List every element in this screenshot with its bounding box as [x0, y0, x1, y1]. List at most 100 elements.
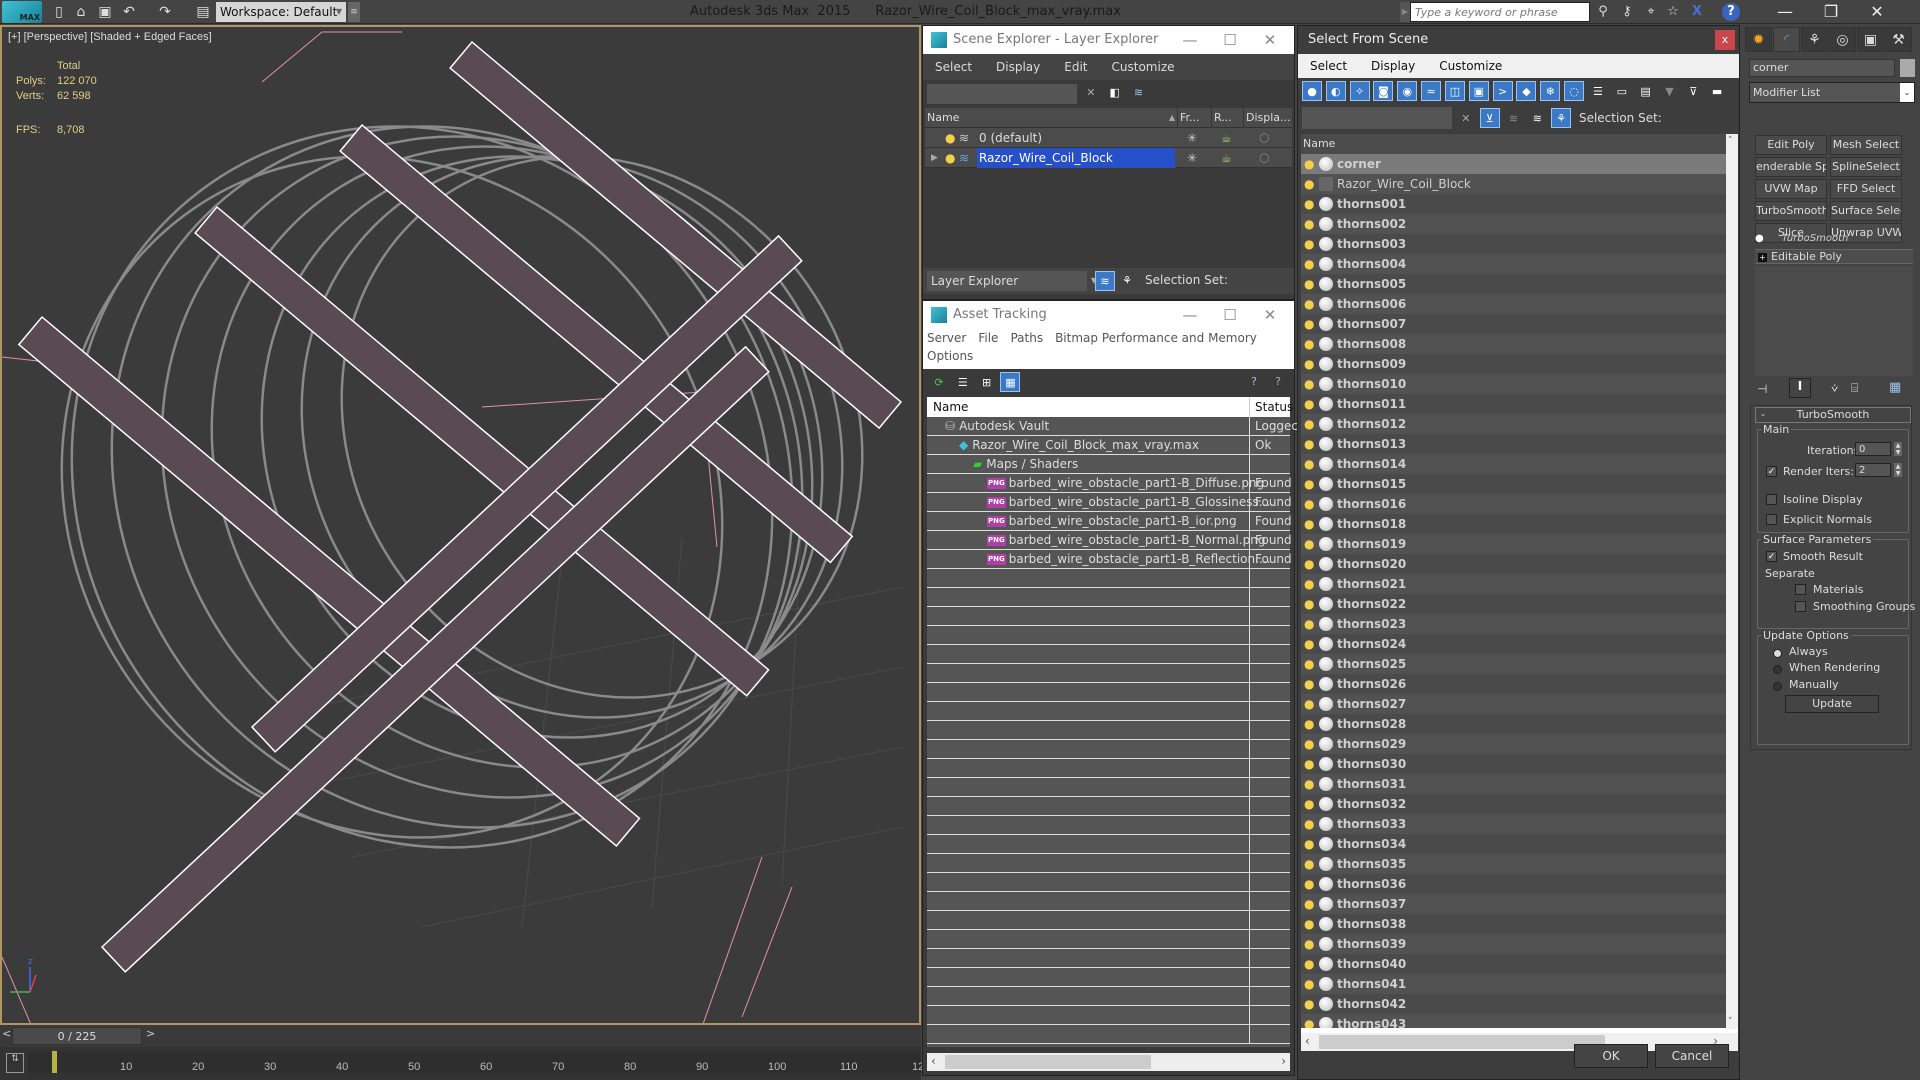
cameras-filter-icon[interactable]: ◙: [1373, 81, 1394, 101]
always-radio[interactable]: [1773, 649, 1782, 658]
lightbulb-icon[interactable]: ●: [1304, 274, 1314, 294]
object-list-item[interactable]: ● thorns005: [1301, 274, 1726, 294]
explorer-type-dropdown[interactable]: Layer Explorer ▼: [927, 271, 1097, 291]
hidden-filter-icon[interactable]: ◌: [1564, 81, 1585, 101]
object-list-item[interactable]: ● thorns031: [1301, 774, 1726, 794]
maximize-button[interactable]: ☐: [1210, 301, 1250, 329]
expand-arrow-icon[interactable]: ▶: [931, 148, 938, 168]
lightbulb-icon[interactable]: ●: [1304, 794, 1314, 814]
modify-tab-icon[interactable]: ◜: [1773, 27, 1800, 52]
object-list-item[interactable]: ● thorns004: [1301, 254, 1726, 274]
modifier-button[interactable]: SplineSelect: [1830, 157, 1902, 177]
find-input[interactable]: [1302, 107, 1452, 129]
menu-display[interactable]: Display: [984, 54, 1052, 80]
object-list-item[interactable]: ● thorns026: [1301, 674, 1726, 694]
clear-search-icon[interactable]: ✕: [1456, 109, 1476, 129]
maximize-button[interactable]: ☐: [1210, 26, 1250, 54]
asset-tracking-titlebar[interactable]: Asset Tracking — ☐ ✕: [923, 301, 1294, 329]
list-view-icon[interactable]: ☰: [953, 373, 973, 393]
frame-indicator[interactable]: 0 / 225: [12, 1027, 142, 1045]
layers-view-icon[interactable]: ≋: [1095, 271, 1115, 291]
lightbulb-icon[interactable]: ●: [1304, 674, 1314, 694]
manually-radio[interactable]: [1773, 682, 1782, 691]
object-list-item[interactable]: ● thorns036: [1301, 874, 1726, 894]
undo-icon[interactable]: ↶: [120, 3, 138, 21]
asset-row[interactable]: PNG barbed_wire_obstacle_part1-B_ior.png F…: [927, 512, 1292, 531]
object-list-item[interactable]: ● corner: [1301, 154, 1726, 174]
column-name[interactable]: Name: [933, 397, 968, 417]
object-list-item[interactable]: ● thorns038: [1301, 914, 1726, 934]
modifier-button[interactable]: Mesh Select: [1830, 135, 1902, 155]
layer-row[interactable]: ▶ ● ≋ Razor_Wire_Coil_Block ✳ ☕ ⬡: [925, 148, 1292, 168]
lightbulb-icon[interactable]: ●: [1304, 174, 1314, 194]
smoothing-groups-checkbox[interactable]: [1795, 601, 1806, 612]
lightbulb-icon[interactable]: ●: [1304, 754, 1314, 774]
refresh-icon[interactable]: ⟳: [929, 373, 949, 393]
prev-frame-button[interactable]: <: [2, 1027, 11, 1040]
lightbulb-icon[interactable]: ●: [1304, 394, 1314, 414]
menu-select[interactable]: Select: [1298, 54, 1359, 78]
lightbulb-icon[interactable]: ●: [1304, 334, 1314, 354]
object-list-item[interactable]: ● thorns003: [1301, 234, 1726, 254]
filter-select-icon[interactable]: ◧: [1105, 83, 1125, 103]
object-list-item[interactable]: ● thorns041: [1301, 974, 1726, 994]
lightbulb-icon[interactable]: ●: [945, 128, 955, 148]
column-display[interactable]: Displa...: [1243, 108, 1291, 128]
layer-stack-icon[interactable]: ≋: [1503, 109, 1523, 129]
close-button[interactable]: ✕: [1250, 301, 1290, 329]
bones-filter-icon[interactable]: >: [1492, 81, 1513, 101]
expand-plus-icon[interactable]: +: [1758, 253, 1767, 262]
layer-settings-icon[interactable]: ≋: [1128, 83, 1148, 103]
make-unique-icon[interactable]: ⩒: [1831, 381, 1838, 396]
render-iters-spinner[interactable]: 2: [1855, 463, 1891, 477]
minimize-button[interactable]: —: [1762, 0, 1808, 24]
object-color-swatch[interactable]: [1900, 59, 1915, 77]
freeze-snowflake-icon[interactable]: ✳: [1187, 148, 1197, 168]
stack-item-editable-poly[interactable]: + Editable Poly: [1755, 249, 1913, 264]
hierarchy-icon[interactable]: ⚘: [1117, 271, 1137, 291]
helpers-filter-icon[interactable]: ◉: [1397, 81, 1418, 101]
lightbulb-icon[interactable]: ●: [1304, 374, 1314, 394]
horizontal-scrollbar[interactable]: ‹ ›: [927, 1053, 1290, 1071]
lightbulb-icon[interactable]: ●: [1304, 474, 1314, 494]
exchange-x-icon[interactable]: X: [1688, 3, 1706, 21]
object-list-item[interactable]: ● thorns019: [1301, 534, 1726, 554]
when-rendering-radio[interactable]: [1773, 665, 1782, 674]
curve-editor-icon[interactable]: ⇅: [6, 1053, 24, 1073]
key-icon[interactable]: ⚷: [1618, 3, 1636, 21]
lightbulb-icon[interactable]: ●: [1304, 974, 1314, 994]
hierarchy-icon[interactable]: ⚘: [1551, 107, 1572, 128]
column-freeze[interactable]: Fr...: [1177, 108, 1211, 128]
object-list-item[interactable]: ● thorns023: [1301, 614, 1726, 634]
render-iters-checkbox[interactable]: ✓: [1766, 466, 1777, 477]
modifier-button[interactable]: Edit Poly: [1755, 135, 1827, 155]
favorites-star-icon[interactable]: ☆: [1664, 3, 1682, 21]
modifier-list-dropdown[interactable]: Modifier List ⌄: [1749, 82, 1915, 103]
render-iters-spin-arrows[interactable]: ▲ ▼: [1894, 463, 1902, 477]
layers-view-icon[interactable]: ≋: [1527, 109, 1547, 129]
display-tab-icon[interactable]: ▣: [1857, 27, 1884, 52]
lightbulb-icon[interactable]: ●: [1304, 874, 1314, 894]
object-list-item[interactable]: ● thorns002: [1301, 214, 1726, 234]
clear-search-icon[interactable]: ✕: [1081, 83, 1101, 103]
close-button[interactable]: x: [1715, 30, 1735, 50]
smooth-result-checkbox[interactable]: ✓: [1766, 551, 1777, 562]
lights-filter-icon[interactable]: ✧: [1349, 81, 1370, 101]
spacewarps-filter-icon[interactable]: ≈: [1421, 81, 1442, 101]
lightbulb-icon[interactable]: ●: [1304, 254, 1314, 274]
time-cursor[interactable]: [52, 1051, 57, 1073]
workspace-dropdown[interactable]: Workspace: Default ▼: [216, 2, 346, 22]
viewport-label[interactable]: [+] [Perspective] [Shaded + Edged Faces]: [8, 31, 212, 43]
remove-modifier-icon[interactable]: ⌸: [1851, 381, 1858, 396]
lightbulb-icon[interactable]: ●: [1304, 534, 1314, 554]
iterations-spin-arrows[interactable]: ▲ ▼: [1894, 442, 1902, 456]
modifier-button[interactable]: UVW Map: [1755, 179, 1827, 199]
binoculars-icon[interactable]: ⚲: [1594, 3, 1612, 21]
object-list-item[interactable]: ● thorns037: [1301, 894, 1726, 914]
object-name-input[interactable]: corner: [1749, 59, 1895, 77]
lightbulb-icon[interactable]: ●: [1304, 494, 1314, 514]
display-none-icon[interactable]: ▭: [1612, 82, 1632, 102]
scroll-thumb[interactable]: [1319, 1035, 1605, 1049]
find-input[interactable]: [927, 84, 1077, 104]
timeline-ruler[interactable]: 10 20 30 40 50 60 70 80 90 100 110 12: [28, 1051, 924, 1073]
